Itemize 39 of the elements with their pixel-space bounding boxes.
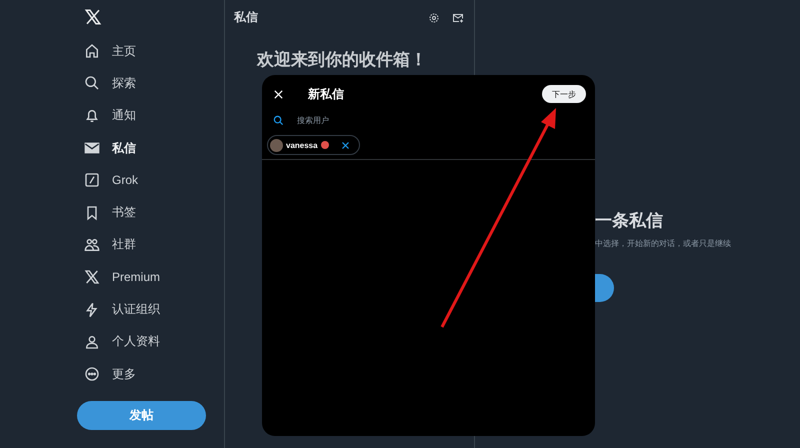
user-name: vanessa [286,140,318,150]
column-title: 私信 [234,9,258,26]
remove-icon[interactable] [340,140,350,150]
home-icon [84,43,100,60]
user-chip[interactable]: vanessa [267,135,360,155]
empty-state-subtitle: 中选择，开始新的对话，或者只是继续 [595,238,732,249]
next-button[interactable]: 下一步 [542,85,586,103]
nav-item[interactable]: 认证组织 [60,293,224,326]
emoji-icon [320,141,329,149]
avatar-icon [270,138,283,152]
more-icon [84,366,100,382]
search-icon [84,75,100,92]
nav-item[interactable]: 通知 [60,100,224,132]
bolt-icon [84,302,100,318]
nav-item[interactable]: 书签 [60,196,224,229]
nav-item[interactable]: 个人资料 [60,326,224,358]
mail-icon [84,140,100,156]
nav-item[interactable]: Premium [60,261,224,294]
dialog-title: 新私信 [308,86,344,102]
search-field[interactable]: 搜索用户 [295,115,499,126]
nav-item[interactable]: 主页 [60,35,224,68]
search-icon [273,115,284,126]
nav-item[interactable]: 探索 [60,67,224,100]
x-logo-icon [84,269,100,286]
nav-item[interactable]: 更多 [60,358,224,390]
person-icon [84,334,100,350]
new-message-icon[interactable] [452,12,464,24]
new-message-button[interactable] [595,274,614,302]
bell-icon [84,108,100,124]
settings-icon[interactable] [428,12,440,24]
nav-item[interactable]: 私信 [60,132,224,164]
nav-item[interactable]: Grok [60,164,224,196]
nav-item[interactable]: 社群 [60,228,224,262]
empty-state-heading: 一条私信 [595,210,664,232]
people-icon [84,236,100,253]
x-logo-icon[interactable] [84,8,102,26]
welcome-heading: 欢迎来到你的收件箱！ [257,50,428,70]
grok-icon [84,172,100,188]
close-icon[interactable] [273,88,284,100]
